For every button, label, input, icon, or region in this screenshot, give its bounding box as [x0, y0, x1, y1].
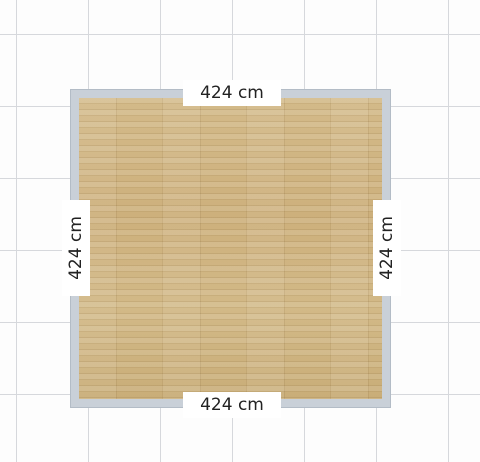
room-walls[interactable]	[70, 89, 391, 408]
floor-plan-canvas[interactable]: 424 cm 424 cm 424 cm 424 cm	[0, 0, 480, 462]
dimension-text-bottom: 424 cm	[200, 395, 264, 415]
dimension-label-right: 424 cm	[373, 200, 401, 296]
room-floor-wood-texture[interactable]	[79, 98, 382, 399]
dimension-text-top: 424 cm	[200, 83, 264, 103]
dimension-label-bottom: 424 cm	[183, 392, 281, 418]
dimension-text-right: 424 cm	[377, 216, 398, 280]
dimension-label-left: 424 cm	[62, 200, 90, 296]
dimension-label-top: 424 cm	[183, 80, 281, 106]
dimension-text-left: 424 cm	[66, 216, 87, 280]
